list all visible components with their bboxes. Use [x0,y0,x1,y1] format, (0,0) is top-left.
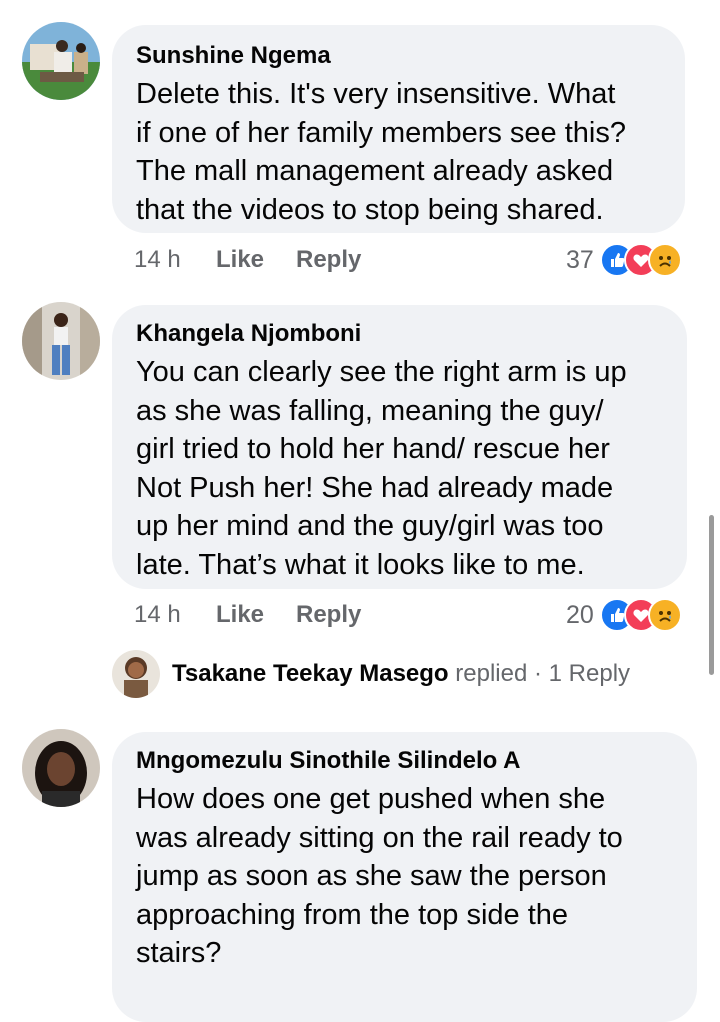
sad-icon [647,598,682,632]
scrollbar[interactable] [709,515,714,675]
comment-bubble: Mngomezulu Sinothile Silindelo A How doe… [112,732,697,1022]
avatar-khangela-njomboni[interactable] [22,302,100,380]
comment-text: Delete this. It's very insensitive. What… [136,78,626,226]
reply-button[interactable]: Reply [296,244,361,276]
comment-author[interactable]: Sunshine Ngema [136,41,665,71]
avatar-mngomezulu-sinothile[interactable] [22,729,100,807]
like-button[interactable]: Like [216,244,264,276]
avatar-tsakane-teekay-masego[interactable] [112,650,160,698]
reaction-count: 37 [566,246,594,274]
reply-author: Tsakane Teekay Masego [172,660,449,687]
comment-author[interactable]: Khangela Njomboni [136,319,667,349]
reaction-summary[interactable]: 20 [566,597,682,633]
comment-text: You can clearly see the right arm is up … [136,356,627,581]
comment-text: How does one get pushed when she was alr… [136,783,623,969]
reply-action: replied [455,660,528,687]
like-button[interactable]: Like [216,599,264,631]
reaction-count: 20 [566,601,594,629]
sad-icon [647,243,682,277]
comment-author[interactable]: Mngomezulu Sinothile Silindelo A [136,746,677,776]
reaction-summary[interactable]: 37 [566,242,682,278]
comment-bubble: Sunshine Ngema Delete this. It's very in… [112,25,685,233]
reply-button[interactable]: Reply [296,599,361,631]
avatar-sunshine-ngema[interactable] [22,22,100,100]
comment-timestamp[interactable]: 14 h [134,244,181,276]
comment-timestamp[interactable]: 14 h [134,599,181,631]
reply-count: 1 Reply [548,660,631,687]
reply-separator: · [533,660,542,687]
comment-bubble: Khangela Njomboni You can clearly see th… [112,305,687,589]
view-replies-link[interactable]: Tsakane Teekay Masego replied · 1 Reply [172,659,630,689]
